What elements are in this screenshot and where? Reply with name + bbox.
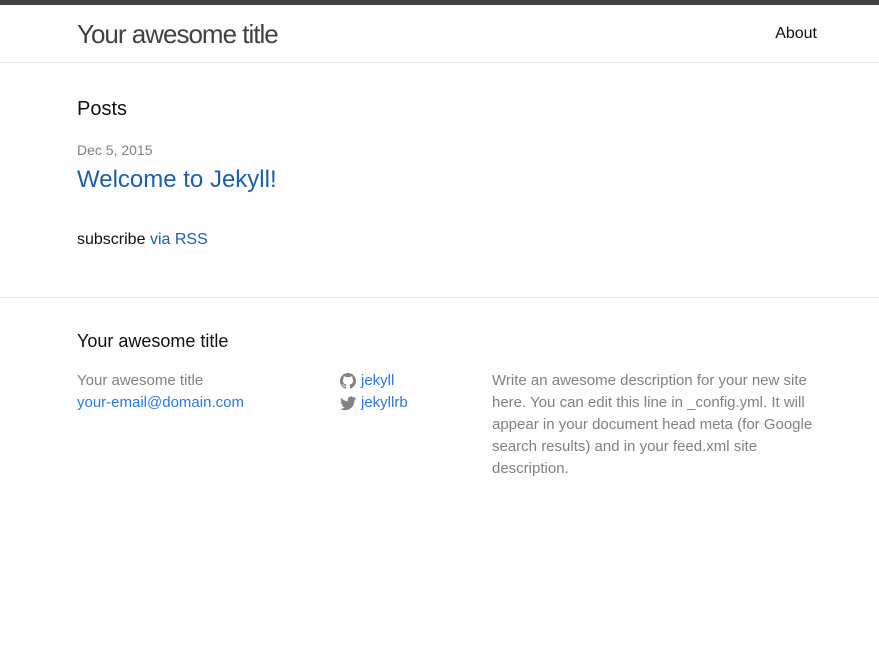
github-social-item: jekyll — [340, 370, 408, 392]
site-footer: Your awesome title Your awesome title yo… — [0, 297, 879, 656]
rss-link[interactable]: via RSS — [150, 231, 208, 248]
site-header: Your awesome title About — [0, 5, 879, 63]
rss-prefix-text: subscribe — [77, 231, 146, 248]
post-date: Dec 5, 2015 — [77, 142, 153, 158]
footer-email-link[interactable]: your-email@domain.com — [77, 394, 244, 411]
footer-name: Your awesome title — [77, 372, 204, 389]
github-icon — [340, 373, 356, 389]
twitter-icon — [340, 396, 356, 411]
page-content: Posts Dec 5, 2015 Welcome to Jekyll! sub… — [0, 63, 879, 297]
twitter-username-link[interactable]: jekyllrb — [361, 392, 408, 414]
footer-contact-column: Your awesome title your-email@domain.com — [77, 370, 244, 414]
page-heading: Posts — [77, 98, 128, 120]
post-title-link[interactable]: Welcome to Jekyll! — [77, 164, 277, 196]
footer-heading: Your awesome title — [77, 331, 229, 351]
site-title-link[interactable]: Your awesome title — [77, 19, 279, 49]
twitter-social-item: jekyllrb — [340, 392, 408, 414]
site-description: Write an awesome description for your ne… — [492, 372, 813, 477]
rss-subscribe: subscribe via RSS — [77, 230, 208, 250]
footer-social-column: jekyll jekyllrb — [340, 370, 408, 414]
github-username-link[interactable]: jekyll — [361, 370, 394, 392]
nav-link-about[interactable]: About — [775, 24, 817, 44]
